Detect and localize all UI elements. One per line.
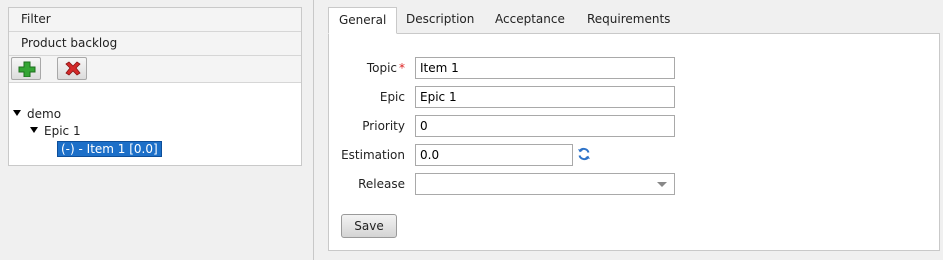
selected-item-label: (-) - Item 1 [0.0]	[57, 141, 162, 157]
tab-description[interactable]: Description	[396, 7, 484, 32]
required-marker: *	[399, 61, 405, 75]
topic-input[interactable]	[415, 57, 675, 79]
tree-node-epic[interactable]: Epic 1	[30, 123, 81, 140]
estimation-input[interactable]	[415, 144, 573, 166]
epic-label: Epic	[379, 90, 405, 104]
expand-triangle-icon[interactable]	[13, 110, 21, 116]
panel-divider[interactable]	[313, 0, 314, 260]
general-form: Topic* Epic Priority Estimation Release …	[328, 33, 940, 251]
priority-input[interactable]	[415, 115, 675, 137]
release-label: Release	[358, 177, 405, 191]
chevron-down-icon	[657, 182, 667, 187]
tree-node-item[interactable]: (-) - Item 1 [0.0]	[57, 141, 162, 158]
detail-tabs: General Description Acceptance Requireme…	[328, 7, 940, 34]
priority-label: Priority	[362, 119, 405, 133]
product-backlog-label: Product backlog	[21, 36, 118, 50]
tree-node-label: Epic 1	[44, 124, 81, 138]
save-button[interactable]: Save	[341, 214, 397, 238]
epic-input[interactable]	[415, 86, 675, 108]
add-icon	[18, 61, 36, 77]
refresh-icon[interactable]	[577, 147, 591, 161]
delete-button[interactable]	[57, 57, 87, 80]
tree-node-demo[interactable]: demo	[13, 106, 61, 123]
add-button[interactable]	[11, 57, 41, 80]
expand-triangle-icon[interactable]	[30, 127, 38, 133]
tab-general[interactable]: General	[328, 7, 398, 34]
filter-header[interactable]: Filter	[9, 8, 301, 32]
tab-requirements[interactable]: Requirements	[577, 7, 680, 32]
product-backlog-header[interactable]: Product backlog	[9, 32, 301, 56]
release-select[interactable]	[415, 173, 675, 195]
backlog-toolbar	[9, 56, 301, 83]
tree-node-label: demo	[27, 107, 62, 121]
delete-icon	[65, 61, 81, 76]
filter-label: Filter	[21, 12, 51, 26]
tab-acceptance[interactable]: Acceptance	[485, 7, 575, 32]
estimation-label: Estimation	[341, 148, 405, 162]
backlog-panel: Filter Product backlog demo Epic 1 (-) -…	[8, 7, 302, 166]
topic-label: Topic *	[366, 61, 405, 75]
